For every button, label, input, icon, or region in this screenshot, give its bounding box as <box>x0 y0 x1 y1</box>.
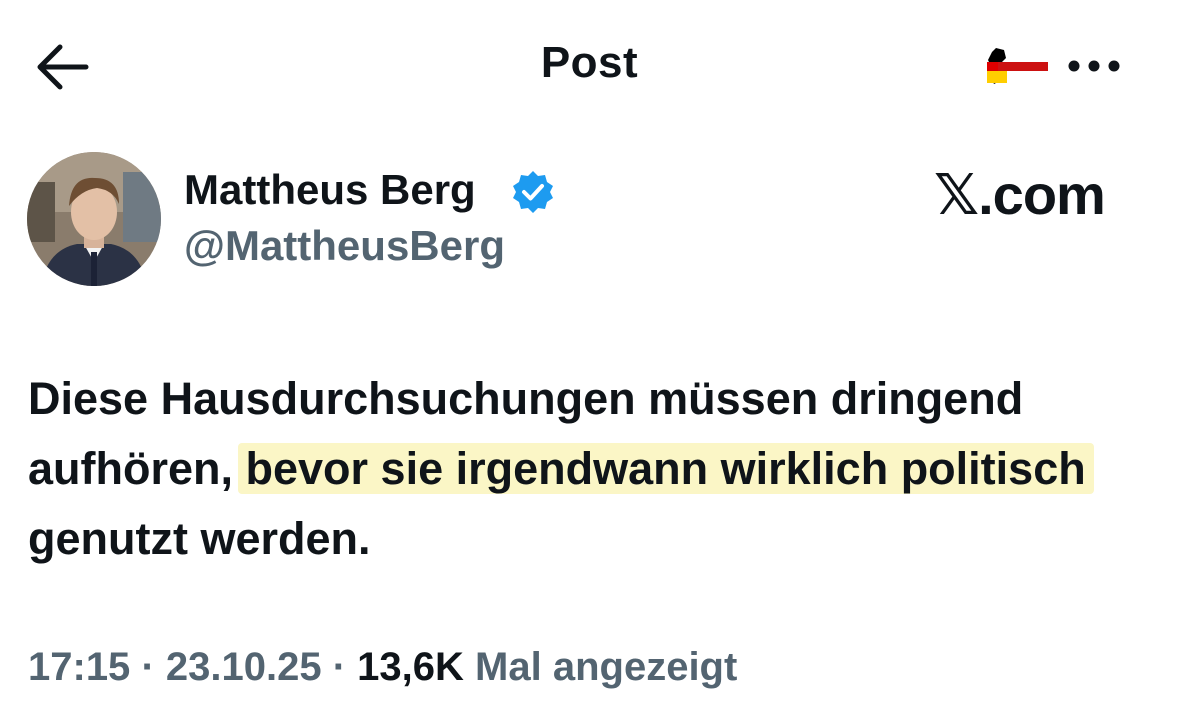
view-count-label: Mal angezeigt <box>475 645 738 689</box>
meta-separator: · <box>332 645 347 689</box>
verified-badge-icon <box>510 169 556 215</box>
watermark-logo <box>984 46 1052 86</box>
post-text: Diese Hausdurchsuchungen müssen dringend… <box>28 364 1148 574</box>
germany-map-icon <box>987 48 1048 84</box>
post-meta: 17:15 · 23.10.25 · 13,6K Mal angezeigt <box>28 645 737 690</box>
more-horizontal-icon <box>1068 60 1120 72</box>
post-text-highlight: bevor sie irgendwann wirklich politisch <box>237 443 1094 494</box>
post-text-plain-2: genutzt werden. <box>28 513 371 564</box>
profile-photo <box>27 152 161 286</box>
post-time[interactable]: 17:15 <box>28 645 130 689</box>
view-count: 13,6K <box>357 645 464 689</box>
top-bar: Post <box>0 0 1179 130</box>
author-display-name[interactable]: Mattheus Berg <box>184 166 476 214</box>
more-options-button[interactable] <box>1062 50 1126 82</box>
post-date[interactable]: 23.10.25 <box>166 645 322 689</box>
meta-separator: · <box>141 645 155 689</box>
avatar[interactable] <box>27 152 161 286</box>
author-handle[interactable]: @MattheusBerg <box>184 222 505 270</box>
source-label: 𝕏.com <box>934 163 1106 226</box>
